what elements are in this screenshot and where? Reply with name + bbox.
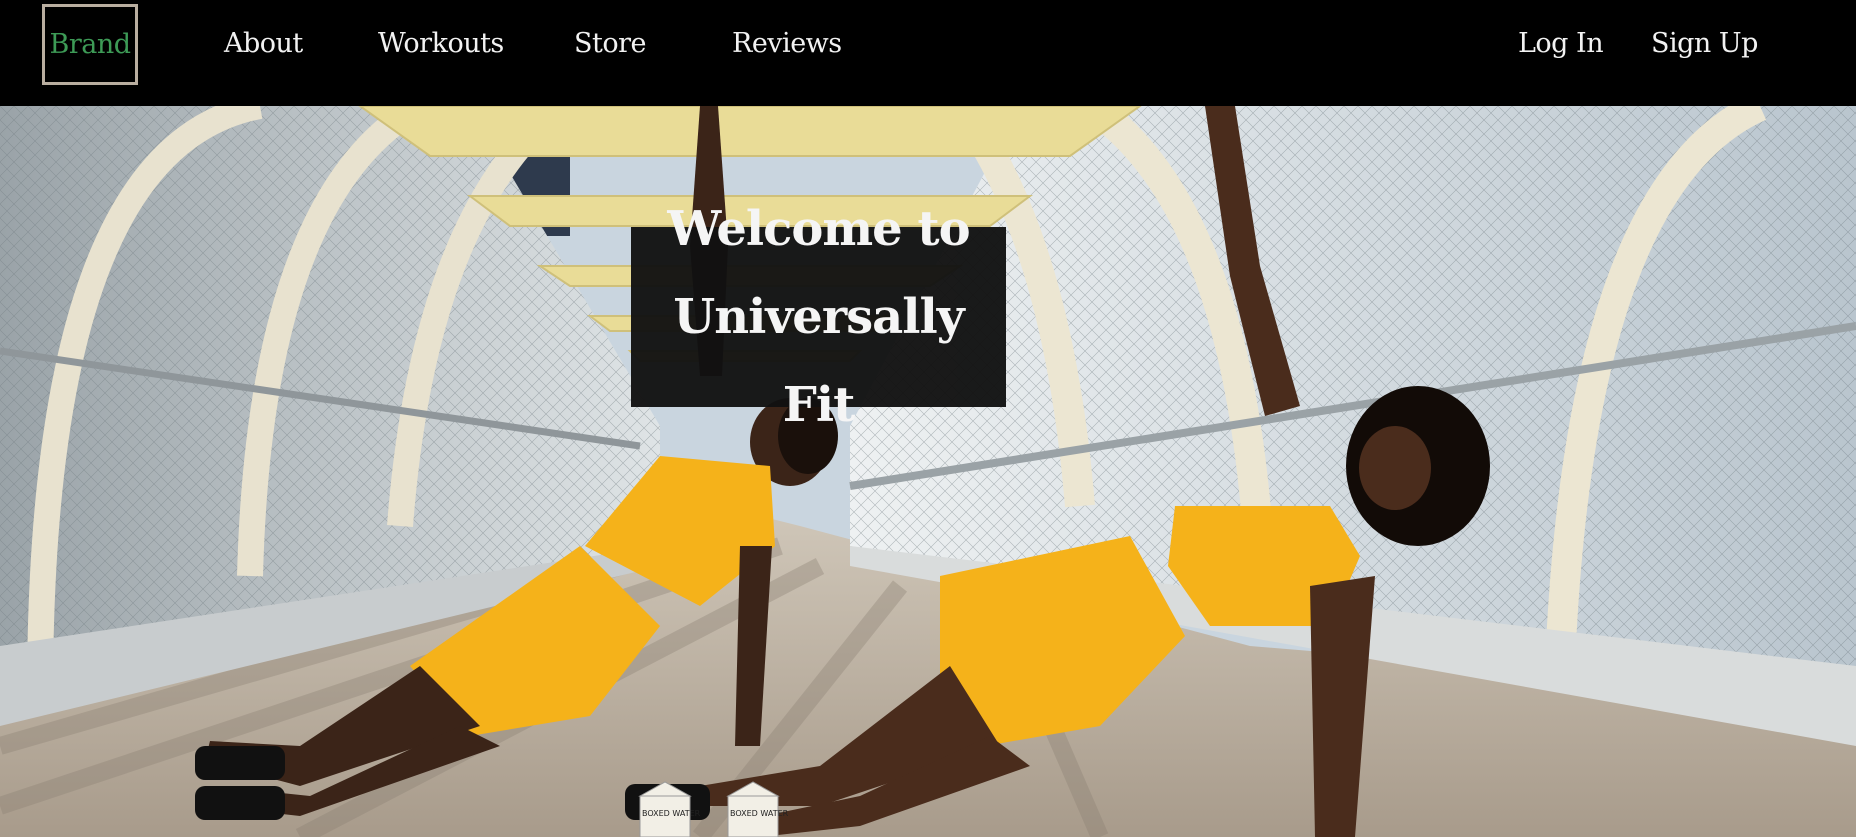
nav-link-store[interactable]: Store bbox=[574, 24, 647, 64]
signup-link[interactable]: Sign Up bbox=[1651, 24, 1758, 64]
hero-headline-line2: Universally Fit bbox=[673, 289, 964, 433]
carton-label: BOXED WATER bbox=[730, 809, 789, 818]
hero-headline-box: Welcome to Universally Fit bbox=[631, 201, 1006, 433]
carton-label: BOXED WATER bbox=[642, 809, 701, 818]
nav-link-reviews[interactable]: Reviews bbox=[732, 24, 842, 64]
brand-logo[interactable]: Brand bbox=[42, 4, 138, 85]
hero-section: BOXED WATER BOXED WATER Welcome to Unive… bbox=[0, 106, 1856, 837]
hero-headline-line1: Welcome to bbox=[667, 201, 970, 257]
nav-link-about[interactable]: About bbox=[224, 24, 303, 64]
login-link[interactable]: Log In bbox=[1518, 24, 1604, 64]
nav-link-workouts[interactable]: Workouts bbox=[378, 24, 504, 64]
top-navbar: Brand About Workouts Store Reviews Log I… bbox=[0, 0, 1856, 106]
